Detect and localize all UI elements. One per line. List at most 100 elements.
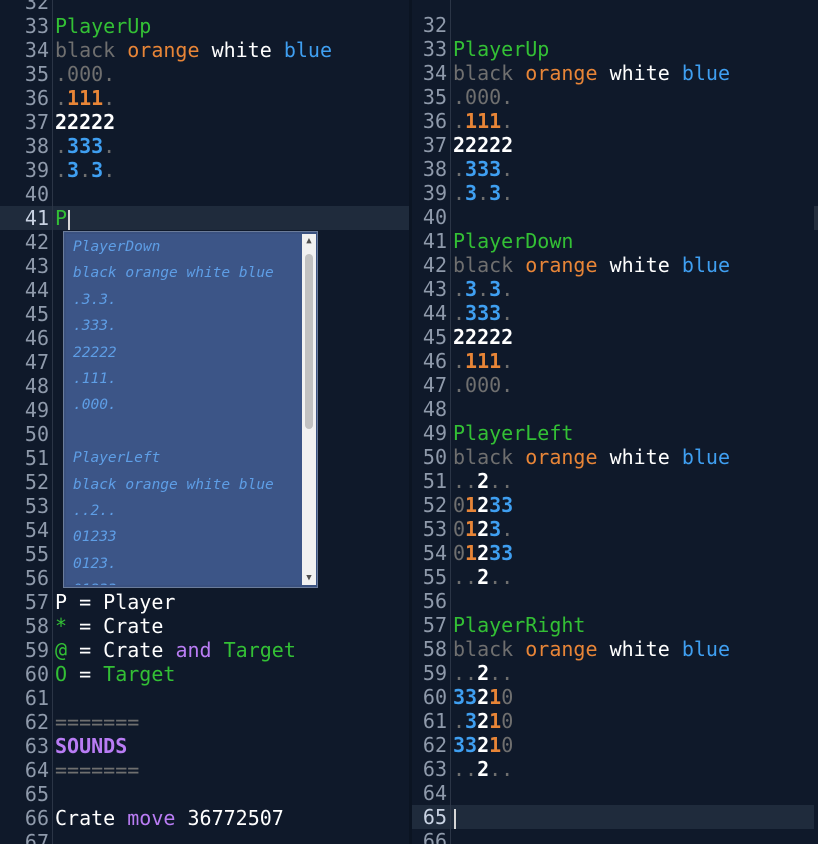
- code-line[interactable]: .333.: [453, 301, 818, 325]
- code-token: .: [501, 181, 514, 205]
- code-line[interactable]: [453, 589, 818, 613]
- autocomplete-item[interactable]: .111.: [66, 366, 304, 392]
- code-token: .: [55, 134, 68, 158]
- code-line[interactable]: ..2..: [453, 565, 818, 589]
- scroll-up-arrow-icon[interactable]: ▲: [302, 234, 316, 248]
- code-line[interactable]: P: [55, 206, 410, 230]
- code-line[interactable]: PlayerLeft: [453, 421, 818, 445]
- code-line[interactable]: [453, 13, 818, 37]
- code-line[interactable]: =======: [55, 710, 410, 734]
- code-line[interactable]: [55, 686, 410, 710]
- code-line[interactable]: .3.3.: [55, 158, 410, 182]
- code-line[interactable]: black orange white blue: [453, 253, 818, 277]
- code-line[interactable]: .000.: [55, 62, 410, 86]
- line-number: 67: [24, 830, 49, 844]
- line-number: 55: [422, 565, 447, 589]
- code-line[interactable]: black orange white blue: [453, 61, 818, 85]
- line-number: 51: [24, 446, 49, 470]
- code-line[interactable]: ..2..: [453, 661, 818, 685]
- code-line[interactable]: .111.: [55, 86, 410, 110]
- autocomplete-item[interactable]: ..2..: [66, 498, 304, 524]
- code-line[interactable]: 22222: [55, 110, 410, 134]
- code-line[interactable]: [453, 205, 818, 229]
- autocomplete-item[interactable]: [66, 419, 304, 445]
- scroll-thumb[interactable]: [305, 254, 313, 429]
- right-editor-pane[interactable]: 32 33 34 35 36 37 38 39 40 41 42 43 44 45 46 47 48 49 50 51…: [412, 0, 818, 844]
- autocomplete-item[interactable]: black orange white blue: [66, 260, 304, 286]
- code-line[interactable]: PlayerUp: [55, 14, 410, 38]
- code-line[interactable]: SOUNDS: [55, 734, 410, 758]
- code-token: =: [67, 662, 104, 686]
- scroll-down-arrow-icon[interactable]: ▼: [302, 571, 316, 585]
- code-line[interactable]: 01233: [453, 541, 818, 565]
- autocomplete-item[interactable]: .333.: [66, 313, 304, 339]
- autocomplete-item[interactable]: black orange white blue: [66, 472, 304, 498]
- code-token: orange: [127, 38, 200, 62]
- code-line[interactable]: [55, 830, 410, 844]
- code-line[interactable]: =======: [55, 758, 410, 782]
- code-line[interactable]: 22222: [453, 325, 818, 349]
- code-token: 2: [477, 733, 490, 757]
- code-line[interactable]: .3210: [453, 709, 818, 733]
- text-cursor: [68, 209, 71, 230]
- autocomplete-item[interactable]: PlayerLeft: [66, 445, 304, 471]
- code-line[interactable]: O = Target: [55, 662, 410, 686]
- code-line[interactable]: 0123.: [453, 517, 818, 541]
- autocomplete-item[interactable]: 01233: [66, 524, 304, 550]
- autocomplete-item[interactable]: PlayerDown: [66, 234, 304, 260]
- code-line[interactable]: [453, 397, 818, 421]
- code-token: black: [453, 637, 514, 661]
- line-number: 36: [24, 86, 49, 110]
- code-token: black: [453, 61, 514, 85]
- code-line[interactable]: .111.: [453, 109, 818, 133]
- code-line[interactable]: .3.3.: [453, 277, 818, 301]
- code-line[interactable]: black orange white blue: [453, 637, 818, 661]
- code-line[interactable]: .000.: [453, 373, 818, 397]
- autocomplete-scrollbar[interactable]: ▲ ▼: [302, 234, 316, 585]
- line-number: 39: [24, 158, 49, 182]
- code-line[interactable]: black orange white blue: [55, 38, 410, 62]
- code-line[interactable]: black orange white blue: [453, 445, 818, 469]
- autocomplete-popup[interactable]: PlayerDown black orange white blue .3.3. .3…: [63, 231, 318, 588]
- autocomplete-item[interactable]: 0123.: [66, 551, 304, 577]
- code-line[interactable]: Crate move 36772507: [55, 806, 410, 830]
- code-token: black: [55, 38, 116, 62]
- autocomplete-list[interactable]: PlayerDown black orange white blue .3.3. .3…: [66, 234, 304, 585]
- code-line[interactable]: [453, 829, 818, 844]
- code-line[interactable]: PlayerRight: [453, 613, 818, 637]
- code-line[interactable]: [55, 782, 410, 806]
- line-number: 50: [24, 422, 49, 446]
- code-token: 2: [477, 685, 490, 709]
- code-line[interactable]: .3.3.: [453, 181, 818, 205]
- line-number: 37: [24, 110, 49, 134]
- autocomplete-item[interactable]: .3.3.: [66, 287, 304, 313]
- code-line[interactable]: @ = Crate and Target: [55, 638, 410, 662]
- code-token: PlayerUp: [453, 37, 550, 61]
- code-line[interactable]: [453, 781, 818, 805]
- code-line[interactable]: .333.: [55, 134, 410, 158]
- code-line[interactable]: .000.: [453, 85, 818, 109]
- code-line[interactable]: 01233: [453, 493, 818, 517]
- code-line[interactable]: PlayerDown: [453, 229, 818, 253]
- autocomplete-item[interactable]: .000.: [66, 392, 304, 418]
- code-line[interactable]: 33210: [453, 685, 818, 709]
- code-line[interactable]: 22222: [453, 133, 818, 157]
- code-line[interactable]: ..2..: [453, 757, 818, 781]
- code-line[interactable]: ..2..: [453, 469, 818, 493]
- code-line[interactable]: .333.: [453, 157, 818, 181]
- right-line-number-gutter: 32 33 34 35 36 37 38 39 40 41 42 43 44 45 46 47 48 49 50 51…: [412, 0, 451, 844]
- code-token: 1: [465, 517, 478, 541]
- code-line[interactable]: [55, 0, 410, 14]
- code-line[interactable]: [55, 182, 410, 206]
- code-line[interactable]: 33210: [453, 733, 818, 757]
- autocomplete-item[interactable]: 01233: [66, 577, 304, 585]
- autocomplete-item[interactable]: 22222: [66, 340, 304, 366]
- line-number: 50: [422, 445, 447, 469]
- code-line[interactable]: PlayerUp: [453, 37, 818, 61]
- code-line[interactable]: * = Crate: [55, 614, 410, 638]
- code-line[interactable]: .111.: [453, 349, 818, 373]
- code-line[interactable]: P = Player: [55, 590, 410, 614]
- code-line[interactable]: [453, 805, 818, 829]
